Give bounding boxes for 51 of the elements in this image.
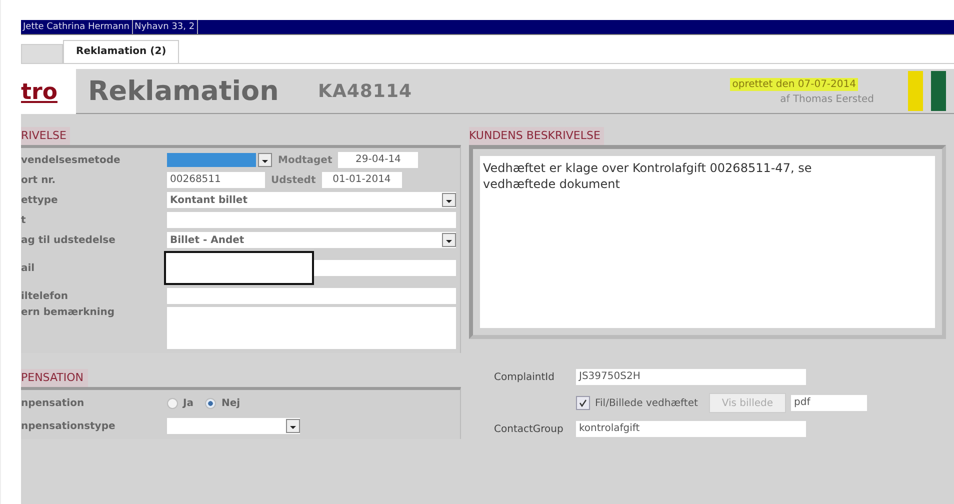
combo-field[interactable]: Billet - Andet: [167, 232, 456, 248]
radio-button[interactable]: [167, 398, 178, 408]
dropdown-icon[interactable]: [442, 233, 456, 247]
created-date: oprettet den 07-07-2014: [730, 78, 858, 90]
date-field[interactable]: 29-04-14: [338, 152, 418, 168]
dropdown-icon[interactable]: [258, 153, 272, 167]
field-label: ettype: [21, 194, 59, 206]
section-heading: RIVELSE: [21, 127, 70, 145]
field-label: ern bemærkning: [21, 307, 116, 318]
field-label: ContactGroup: [494, 424, 564, 434]
checkbox[interactable]: [576, 396, 590, 410]
check-icon: [578, 398, 588, 408]
file-type-field[interactable]: pdf: [791, 395, 868, 411]
radio-label: Ja: [183, 398, 194, 408]
form-title: Reklamation: [88, 76, 280, 106]
field-label: t: [21, 214, 27, 226]
field-label: vendelsesmetode: [21, 154, 122, 166]
author-text: af Thomas Eersted: [780, 94, 874, 104]
text-field[interactable]: [314, 260, 456, 276]
field-label: ort nr.: [21, 174, 56, 186]
checkbox-label: Fil/Billede vedhæftet: [595, 398, 698, 408]
date-field[interactable]: 01-01-2014: [322, 172, 402, 188]
field-label: Modtaget: [278, 154, 332, 166]
text-field[interactable]: [167, 288, 456, 304]
field-label: npensationstype: [21, 420, 116, 432]
radio-label: Nej: [221, 398, 240, 408]
dropdown-icon[interactable]: [442, 193, 456, 207]
combo-field[interactable]: [167, 152, 272, 168]
customer-name: Jette Cathrina Hermann: [21, 20, 132, 34]
radio-button[interactable]: [205, 398, 216, 408]
remark-field[interactable]: [167, 307, 456, 349]
text-field[interactable]: [167, 212, 456, 228]
section-heading: KUNDENS BESKRIVELSE: [469, 127, 604, 145]
case-number: KA48114: [318, 80, 412, 102]
combo-field[interactable]: [167, 418, 300, 434]
dropdown-icon[interactable]: [286, 419, 300, 433]
field-label: ag til udstedelse: [21, 234, 116, 246]
form-tab[interactable]: Reklamation (2): [63, 40, 180, 63]
customer-address: Nyhavn 33, 2: [132, 20, 198, 34]
field-label: ComplaintId: [494, 372, 556, 382]
field-label: Udstedt: [271, 174, 316, 186]
section-heading: PENSATION: [21, 369, 88, 387]
complaint-id-field[interactable]: JS39750S2H: [576, 369, 806, 385]
text-field[interactable]: 00268511: [167, 172, 265, 188]
logo: tro: [21, 80, 58, 104]
contact-group-field[interactable]: kontrolafgift: [576, 421, 806, 437]
combo-field[interactable]: Kontant billet: [167, 192, 456, 208]
field-label: npensation: [21, 398, 86, 408]
customer-description-field[interactable]: Vedhæftet er klage over Kontrolafgift 00268511-47, se vedhæftede dokument: [480, 156, 935, 328]
field-label: iltelefon: [21, 290, 69, 302]
field-label: ail: [21, 262, 36, 274]
